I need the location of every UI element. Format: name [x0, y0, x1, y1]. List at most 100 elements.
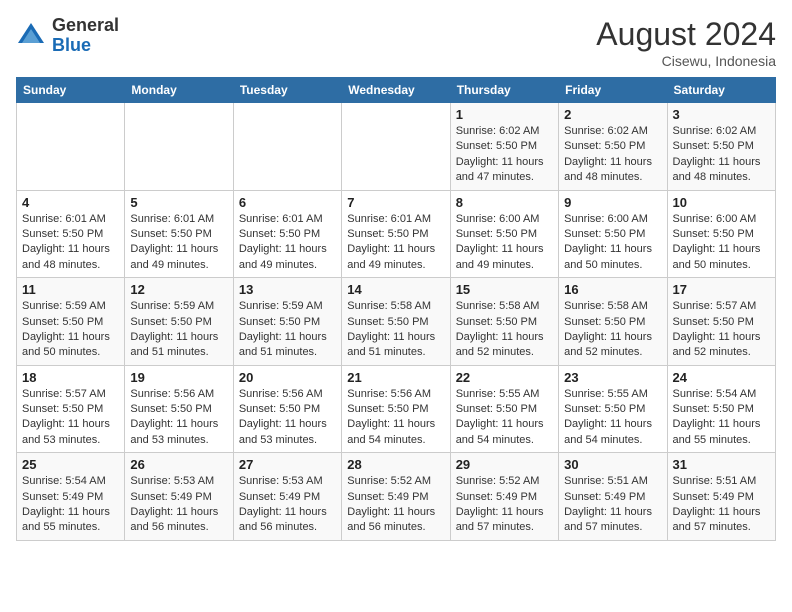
day-info: Sunrise: 5:51 AM Sunset: 5:49 PM Dayligh… [673, 474, 770, 536]
day-number: 3 [673, 107, 770, 122]
day-number: 24 [673, 370, 770, 385]
week-row-1: 1 Sunrise: 6:02 AM Sunset: 5:50 PM Daylig… [17, 103, 776, 191]
day-info: Sunrise: 5:52 AM Sunset: 5:49 PM Dayligh… [456, 474, 553, 536]
day-number: 12 [130, 282, 227, 297]
day-info: Sunrise: 5:59 AM Sunset: 5:50 PM Dayligh… [22, 299, 119, 361]
calendar-cell: 8Sunrise: 6:00 AM Sunset: 5:50 PM Daylig… [450, 190, 558, 278]
day-number: 2 [564, 107, 661, 122]
header-day-friday: Friday [559, 78, 667, 103]
header-day-sunday: Sunday [17, 78, 125, 103]
day-number: 29 [456, 457, 553, 472]
week-row-2: 4Sunrise: 6:01 AM Sunset: 5:50 PM Daylig… [17, 190, 776, 278]
calendar-cell: 15 Sunrise: 5:58 AM Sunset: 5:50 PM Dayli… [450, 278, 558, 366]
day-info: Sunrise: 5:55 AM Sunset: 5:50 PM Dayligh… [564, 387, 661, 449]
calendar-cell [342, 103, 450, 191]
day-info: Sunrise: 6:01 AM Sunset: 5:50 PM Dayligh… [22, 212, 119, 274]
day-number: 22 [456, 370, 553, 385]
day-info: Sunrise: 5:58 AM Sunset: 5:50 PM Dayligh… [564, 299, 661, 361]
calendar-cell: 17 Sunrise: 5:57 AM Sunset: 5:50 PM Dayli… [667, 278, 775, 366]
day-info: Sunrise: 5:52 AM Sunset: 5:49 PM Dayligh… [347, 474, 444, 536]
calendar-cell: 5 Sunrise: 6:01 AM Sunset: 5:50 PM Daylig… [125, 190, 233, 278]
day-number: 13 [239, 282, 336, 297]
calendar-cell [17, 103, 125, 191]
day-info: Sunrise: 5:56 AM Sunset: 5:50 PM Dayligh… [239, 387, 336, 449]
calendar-cell: 6Sunrise: 6:01 AM Sunset: 5:50 PM Daylig… [233, 190, 341, 278]
header-day-thursday: Thursday [450, 78, 558, 103]
calendar-cell: 2 Sunrise: 6:02 AM Sunset: 5:50 PM Daylig… [559, 103, 667, 191]
day-number: 14 [347, 282, 444, 297]
day-info: Sunrise: 6:01 AM Sunset: 5:50 PM Dayligh… [239, 212, 336, 274]
calendar-cell: 21 Sunrise: 5:56 AM Sunset: 5:50 PM Dayli… [342, 365, 450, 453]
header-day-monday: Monday [125, 78, 233, 103]
calendar-cell: 29 Sunrise: 5:52 AM Sunset: 5:49 PM Dayli… [450, 453, 558, 541]
month-year: August 2024 [596, 16, 776, 53]
calendar-header: SundayMondayTuesdayWednesdayThursdayFrid… [17, 78, 776, 103]
day-info: Sunrise: 5:57 AM Sunset: 5:50 PM Dayligh… [673, 299, 770, 361]
week-row-5: 25 Sunrise: 5:54 AM Sunset: 5:49 PM Dayli… [17, 453, 776, 541]
calendar-cell: 26Sunrise: 5:53 AM Sunset: 5:49 PM Dayli… [125, 453, 233, 541]
calendar-cell: 31 Sunrise: 5:51 AM Sunset: 5:49 PM Dayli… [667, 453, 775, 541]
header-day-wednesday: Wednesday [342, 78, 450, 103]
calendar-cell: 14Sunrise: 5:58 AM Sunset: 5:50 PM Dayli… [342, 278, 450, 366]
day-info: Sunrise: 6:01 AM Sunset: 5:50 PM Dayligh… [130, 212, 227, 274]
day-info: Sunrise: 6:00 AM Sunset: 5:50 PM Dayligh… [673, 212, 770, 274]
logo-blue: Blue [52, 35, 91, 55]
title-block: August 2024 Cisewu, Indonesia [596, 16, 776, 69]
day-info: Sunrise: 6:00 AM Sunset: 5:50 PM Dayligh… [564, 212, 661, 274]
day-info: Sunrise: 6:02 AM Sunset: 5:50 PM Dayligh… [673, 124, 770, 186]
header-row: SundayMondayTuesdayWednesdayThursdayFrid… [17, 78, 776, 103]
day-info: Sunrise: 6:00 AM Sunset: 5:50 PM Dayligh… [456, 212, 553, 274]
calendar-table: SundayMondayTuesdayWednesdayThursdayFrid… [16, 77, 776, 541]
day-info: Sunrise: 5:58 AM Sunset: 5:50 PM Dayligh… [456, 299, 553, 361]
day-number: 27 [239, 457, 336, 472]
header-day-saturday: Saturday [667, 78, 775, 103]
logo-icon [16, 21, 46, 51]
day-number: 7 [347, 195, 444, 210]
day-number: 5 [130, 195, 227, 210]
day-info: Sunrise: 5:56 AM Sunset: 5:50 PM Dayligh… [347, 387, 444, 449]
day-number: 17 [673, 282, 770, 297]
calendar-cell: 1 Sunrise: 6:02 AM Sunset: 5:50 PM Daylig… [450, 103, 558, 191]
calendar-cell: 25 Sunrise: 5:54 AM Sunset: 5:49 PM Dayli… [17, 453, 125, 541]
calendar-cell: 20 Sunrise: 5:56 AM Sunset: 5:50 PM Dayli… [233, 365, 341, 453]
day-number: 25 [22, 457, 119, 472]
day-number: 9 [564, 195, 661, 210]
day-info: Sunrise: 6:02 AM Sunset: 5:50 PM Dayligh… [456, 124, 553, 186]
calendar-cell: 18Sunrise: 5:57 AM Sunset: 5:50 PM Dayli… [17, 365, 125, 453]
calendar-cell: 12 Sunrise: 5:59 AM Sunset: 5:50 PM Dayli… [125, 278, 233, 366]
calendar-body: 1 Sunrise: 6:02 AM Sunset: 5:50 PM Daylig… [17, 103, 776, 541]
calendar-cell: 4Sunrise: 6:01 AM Sunset: 5:50 PM Daylig… [17, 190, 125, 278]
day-info: Sunrise: 5:59 AM Sunset: 5:50 PM Dayligh… [130, 299, 227, 361]
calendar-cell: 23 Sunrise: 5:55 AM Sunset: 5:50 PM Dayli… [559, 365, 667, 453]
calendar-cell: 24 Sunrise: 5:54 AM Sunset: 5:50 PM Dayli… [667, 365, 775, 453]
calendar-cell: 11 Sunrise: 5:59 AM Sunset: 5:50 PM Dayli… [17, 278, 125, 366]
calendar-cell: 9 Sunrise: 6:00 AM Sunset: 5:50 PM Daylig… [559, 190, 667, 278]
day-number: 21 [347, 370, 444, 385]
calendar-cell: 22Sunrise: 5:55 AM Sunset: 5:50 PM Dayli… [450, 365, 558, 453]
day-info: Sunrise: 5:53 AM Sunset: 5:49 PM Dayligh… [239, 474, 336, 536]
logo-general: General [52, 15, 119, 35]
day-number: 1 [456, 107, 553, 122]
day-info: Sunrise: 5:54 AM Sunset: 5:50 PM Dayligh… [673, 387, 770, 449]
logo: General Blue [16, 16, 119, 56]
calendar-cell: 30Sunrise: 5:51 AM Sunset: 5:49 PM Dayli… [559, 453, 667, 541]
day-number: 19 [130, 370, 227, 385]
day-number: 30 [564, 457, 661, 472]
day-number: 31 [673, 457, 770, 472]
day-info: Sunrise: 5:56 AM Sunset: 5:50 PM Dayligh… [130, 387, 227, 449]
logo-text: General Blue [52, 16, 119, 56]
day-info: Sunrise: 6:02 AM Sunset: 5:50 PM Dayligh… [564, 124, 661, 186]
calendar-cell: 7Sunrise: 6:01 AM Sunset: 5:50 PM Daylig… [342, 190, 450, 278]
day-info: Sunrise: 5:54 AM Sunset: 5:49 PM Dayligh… [22, 474, 119, 536]
calendar-cell: 16Sunrise: 5:58 AM Sunset: 5:50 PM Dayli… [559, 278, 667, 366]
week-row-3: 11 Sunrise: 5:59 AM Sunset: 5:50 PM Dayli… [17, 278, 776, 366]
header-day-tuesday: Tuesday [233, 78, 341, 103]
day-number: 20 [239, 370, 336, 385]
calendar-cell: 10Sunrise: 6:00 AM Sunset: 5:50 PM Dayli… [667, 190, 775, 278]
day-number: 23 [564, 370, 661, 385]
day-number: 26 [130, 457, 227, 472]
day-info: Sunrise: 5:57 AM Sunset: 5:50 PM Dayligh… [22, 387, 119, 449]
day-number: 11 [22, 282, 119, 297]
calendar-cell: 13Sunrise: 5:59 AM Sunset: 5:50 PM Dayli… [233, 278, 341, 366]
day-number: 15 [456, 282, 553, 297]
